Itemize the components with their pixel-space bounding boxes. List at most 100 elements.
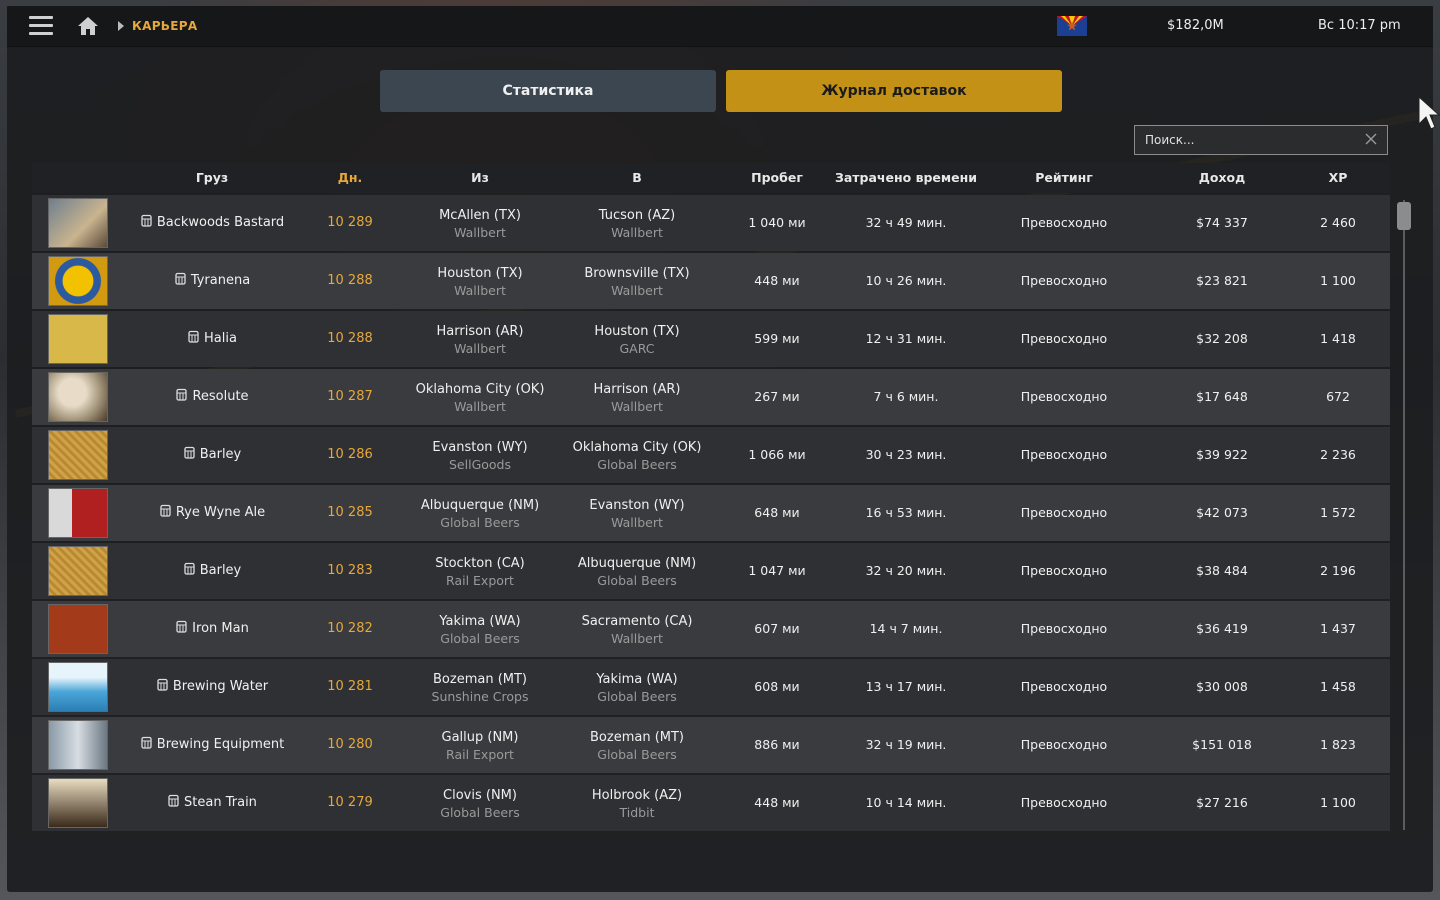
cargo-name: Barley (199, 563, 242, 578)
to-cell: Brownsville (TX) Wallbert (557, 265, 717, 299)
scrollbar-track[interactable] (1403, 200, 1405, 830)
from-company: Wallbert (454, 341, 506, 356)
to-company: Global Beers (597, 747, 677, 762)
distance-cell: 599 ми (754, 331, 800, 346)
tab-statistics[interactable]: Статистика (380, 70, 716, 112)
column-header-time[interactable]: Затрачено времени (826, 163, 986, 193)
xp-cell: 672 (1326, 389, 1350, 404)
table-header: Груз Дн. Из В Пробег Затрачено времени Р… (32, 163, 1390, 193)
scrollbar-thumb[interactable] (1397, 202, 1411, 230)
time-cell: 13 ч 17 мин. (865, 679, 947, 694)
table-row[interactable]: BACKWOODS BASTARD Backwoods Bastard 10 2… (32, 195, 1390, 251)
table-row[interactable]: IRON MAN Iron Man 10 282 Yakima (WA) Glo… (32, 601, 1390, 657)
table-row[interactable]: Tyranena Tyranena 10 288 Houston (TX) Wa… (32, 253, 1390, 309)
delivery-table: Груз Дн. Из В Пробег Затрачено времени Р… (32, 163, 1390, 831)
to-cell: Bozeman (MT) Global Beers (557, 729, 717, 763)
day-cell: 10 282 (327, 621, 373, 636)
cargo-thumbnail (48, 720, 108, 770)
cargo-barrel-icon (141, 214, 152, 227)
from-company: Global Beers (440, 631, 520, 646)
income-cell: $151 018 (1192, 737, 1252, 752)
cargo-cell: Resolute (128, 369, 296, 425)
to-city: Harrison (AR) (593, 382, 681, 397)
to-cell: Holbrook (AZ) Tidbit (557, 787, 717, 821)
tab-delivery-log[interactable]: Журнал доставок (726, 70, 1062, 112)
time-cell: 32 ч 19 мин. (865, 737, 947, 752)
table-row[interactable]: STEAM TRAIN Stean Train 10 279 Clovis (N… (32, 775, 1390, 831)
menu-icon[interactable] (29, 16, 53, 36)
cargo-thumbnail: Tyranena (48, 256, 108, 306)
income-cell: $17 648 (1196, 389, 1248, 404)
column-header-income[interactable]: Доход (1162, 163, 1282, 193)
from-company: Rail Export (446, 573, 514, 588)
day-cell: 10 281 (327, 679, 373, 694)
time-cell: 10 ч 14 мин. (865, 795, 947, 810)
table-row[interactable]: Barley 10 286 Evanston (WY) SellGoods Ok… (32, 427, 1390, 483)
from-company: Global Beers (440, 515, 520, 530)
column-header-distance[interactable]: Пробег (732, 163, 822, 193)
income-cell: $23 821 (1196, 273, 1248, 288)
from-city: Yakima (WA) (439, 614, 521, 629)
time-cell: 32 ч 20 мин. (865, 563, 947, 578)
cargo-barrel-icon (168, 794, 179, 807)
table-row[interactable]: RESOLUTE Resolute 10 287 Oklahoma City (… (32, 369, 1390, 425)
from-company: SellGoods (449, 457, 511, 472)
cargo-cell: Brewing Equipment (128, 717, 296, 773)
close-icon[interactable] (1364, 132, 1378, 146)
rating-cell: Превосходно (1020, 389, 1108, 404)
xp-cell: 1 100 (1320, 273, 1356, 288)
cargo-thumbnail: HALIA (48, 314, 108, 364)
to-company: Wallbert (611, 225, 663, 240)
cargo-thumbnail: RYE WYNE ALE (48, 488, 108, 538)
cargo-name: Tyranena (190, 273, 251, 288)
rating-cell: Превосходно (1020, 447, 1108, 462)
column-header-to[interactable]: В (557, 163, 717, 193)
day-cell: 10 289 (327, 215, 373, 230)
xp-cell: 2 236 (1320, 447, 1356, 462)
column-header-day[interactable]: Дн. (310, 163, 390, 193)
to-cell: Tucson (AZ) Wallbert (557, 207, 717, 241)
cargo-thumbnail: STEAM TRAIN (48, 778, 108, 828)
income-cell: $27 216 (1196, 795, 1248, 810)
table-row[interactable]: Brewing Water 10 281 Bozeman (MT) Sunshi… (32, 659, 1390, 715)
rating-cell: Превосходно (1020, 679, 1108, 694)
cargo-cell: Halia (128, 311, 296, 367)
cargo-barrel-icon (184, 446, 195, 459)
to-city: Tucson (AZ) (598, 208, 676, 223)
to-city: Holbrook (AZ) (591, 788, 683, 803)
cargo-thumbnail (48, 430, 108, 480)
to-cell: Houston (TX) GARC (557, 323, 717, 357)
to-city: Houston (TX) (594, 324, 680, 339)
distance-cell: 608 ми (754, 679, 800, 694)
day-cell: 10 280 (327, 737, 373, 752)
column-header-cargo[interactable]: Груз (128, 163, 296, 193)
from-company: Sunshine Crops (431, 689, 529, 704)
rating-cell: Превосходно (1020, 563, 1108, 578)
to-company: Global Beers (597, 689, 677, 704)
cargo-cell: Rye Wyne Ale (128, 485, 296, 541)
from-city: Houston (TX) (437, 266, 523, 281)
arizona-flag-icon[interactable] (1057, 16, 1087, 36)
xp-cell: 1 437 (1320, 621, 1356, 636)
column-header-rating[interactable]: Рейтинг (994, 163, 1134, 193)
table-row[interactable]: Brewing Equipment 10 280 Gallup (NM) Rai… (32, 717, 1390, 773)
from-company: Wallbert (454, 283, 506, 298)
distance-cell: 886 ми (754, 737, 800, 752)
rating-cell: Превосходно (1020, 737, 1108, 752)
table-row[interactable]: Barley 10 283 Stockton (CA) Rail Export … (32, 543, 1390, 599)
home-icon[interactable] (77, 16, 99, 36)
column-header-from[interactable]: Из (400, 163, 560, 193)
table-row[interactable]: HALIA Halia 10 288 Harrison (AR) Wallber… (32, 311, 1390, 367)
xp-cell: 2 196 (1320, 563, 1356, 578)
from-city: Gallup (NM) (441, 730, 519, 745)
to-company: Wallbert (611, 631, 663, 646)
from-company: Wallbert (454, 225, 506, 240)
column-header-xp[interactable]: XP (1298, 163, 1378, 193)
to-company: GARC (619, 341, 655, 356)
from-cell: Stockton (CA) Rail Export (400, 555, 560, 589)
table-row[interactable]: RYE WYNE ALE Rye Wyne Ale 10 285 Albuque… (32, 485, 1390, 541)
search-input[interactable] (1135, 126, 1355, 154)
breadcrumb-career[interactable]: КАРЬЕРА (132, 19, 197, 33)
cargo-cell: Backwoods Bastard (128, 195, 296, 251)
income-cell: $42 073 (1196, 505, 1248, 520)
